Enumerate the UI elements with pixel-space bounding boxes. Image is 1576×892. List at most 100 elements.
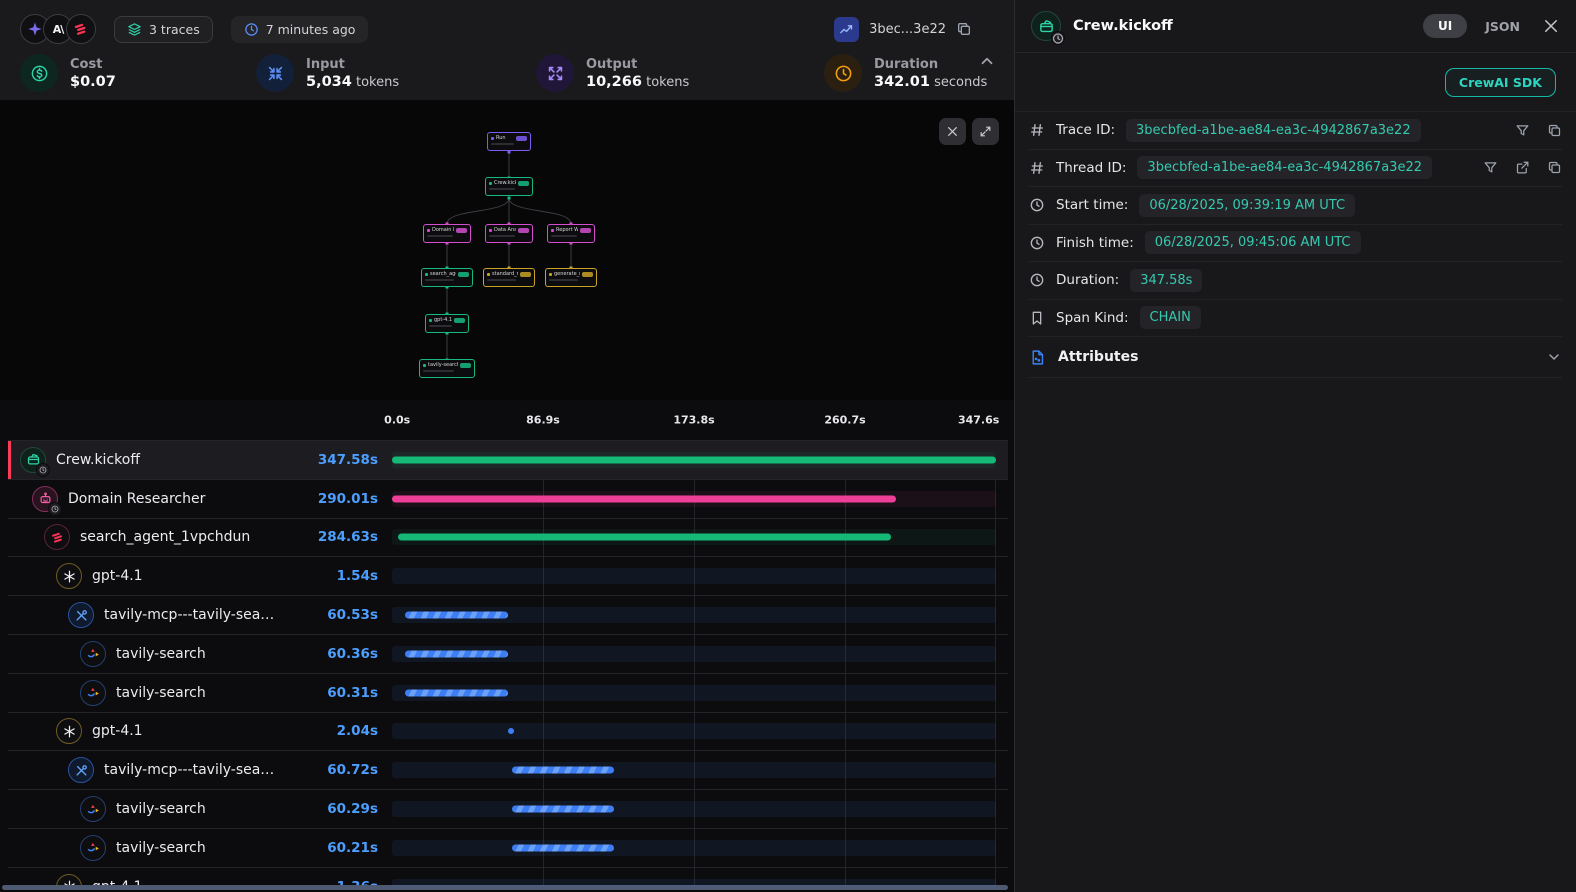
graph-node[interactable]: Domain Researcher <box>423 224 471 243</box>
trending-up-icon <box>839 22 854 37</box>
field-traceid: Trace ID:3becbfed-a1be-ae84-ea3c-4942867… <box>1029 112 1562 150</box>
span-name: tavily-search <box>116 685 327 701</box>
panel-close-icon[interactable] <box>1542 17 1560 35</box>
axis-tick: 0.0s <box>384 414 410 427</box>
graph-node-label: generate_report <box>554 271 580 277</box>
graph-node[interactable]: search_agent_1vpchdun <box>421 268 473 287</box>
copy-icon[interactable] <box>1547 123 1562 138</box>
graph-node[interactable]: standard_research <box>483 268 535 287</box>
span-bar-cell <box>392 519 996 557</box>
attributes-section[interactable]: Attributes <box>1029 337 1562 378</box>
copy-icon[interactable] <box>956 21 972 37</box>
clock-badge-icon <box>1051 31 1065 45</box>
stat-suffix: tokens <box>352 75 399 90</box>
field-value[interactable]: 3becbfed-a1be-ae84-ea3c-4942867a3e22 <box>1137 156 1432 179</box>
graph-node[interactable]: tavily-search <box>419 359 475 378</box>
stat-value: 342.01 seconds <box>874 74 987 90</box>
graph-node[interactable]: Data Analyst <box>485 224 533 243</box>
graph-node-badge <box>580 228 591 233</box>
span-bar-track <box>392 840 996 856</box>
graph-node-dot <box>549 273 552 276</box>
funnel-icon[interactable] <box>1483 160 1498 175</box>
integration-avatars[interactable]: A\ <box>20 14 96 44</box>
json-document-icon <box>1029 349 1046 366</box>
trace-row[interactable]: tavily-search60.36s <box>8 635 1008 674</box>
span-name: tavily-search <box>116 801 327 817</box>
graph-node-badge <box>520 272 531 277</box>
graph-node-label: Run <box>496 135 514 141</box>
crewai-logo-avatar[interactable] <box>66 14 96 44</box>
graph-node-label: Data Analyst <box>494 227 516 233</box>
tab-json[interactable]: JSON <box>1485 19 1520 34</box>
span-bar-track <box>392 879 996 887</box>
trace-row[interactable]: tavily-search60.31s <box>8 674 1008 713</box>
graph-node[interactable]: Report Writer <box>547 224 595 243</box>
graph-node-badge <box>460 363 471 368</box>
trace-row[interactable]: Domain Researcher290.01s <box>8 480 1008 519</box>
dollar-icon <box>30 64 49 83</box>
span-name: tavily-search <box>116 840 327 856</box>
span-bar-cell <box>392 790 996 828</box>
chevron-up-icon[interactable] <box>978 52 996 70</box>
clock-badge-icon <box>48 502 62 516</box>
trace-row[interactable]: gpt-4.11.54s <box>8 557 1008 596</box>
graph-node-dot <box>423 364 426 367</box>
funnel-icon[interactable] <box>1515 123 1530 138</box>
hash-icon <box>1029 160 1045 176</box>
graph-close-button[interactable] <box>939 118 966 145</box>
graph-node-label: standard_research <box>492 271 518 277</box>
attributes-label: Attributes <box>1058 349 1138 365</box>
trace-row[interactable]: gpt-4.12.04s <box>8 713 1008 752</box>
span-name: gpt-4.1 <box>92 568 337 584</box>
span-bar-track <box>392 801 996 817</box>
sdk-badge-row: CrewAI SDK <box>1015 53 1576 112</box>
graph-expand-button[interactable] <box>972 118 999 145</box>
trend-chart-button[interactable] <box>834 17 859 42</box>
copy-icon[interactable] <box>1547 160 1562 175</box>
tab-ui[interactable]: UI <box>1423 14 1467 38</box>
trace-row[interactable]: tavily-mcp---tavily-sea…60.72s <box>8 751 1008 790</box>
panel-title: Crew.kickoff <box>1073 18 1173 34</box>
clock-badge-icon <box>36 463 50 477</box>
span-duration: 347.58s <box>318 452 378 468</box>
trace-row[interactable]: search_agent_1vpchdun284.63s <box>8 519 1008 558</box>
graph-node[interactable]: Run <box>487 132 531 151</box>
chevron-down-icon[interactable] <box>1546 349 1562 365</box>
trace-row[interactable]: Crew.kickoff347.58s <box>8 441 1008 480</box>
graph-node[interactable]: Crew.kickoff <box>485 177 533 196</box>
trace-row-label-cell: tavily-search60.21s <box>8 835 392 861</box>
span-bar-track <box>392 762 996 778</box>
graph-node-dot <box>487 273 490 276</box>
sparkle-icon <box>27 21 43 37</box>
trace-row[interactable]: tavily-search60.29s <box>8 790 1008 829</box>
trace-row[interactable]: tavily-mcp---tavily-sea…60.53s <box>8 596 1008 635</box>
field-label: Finish time: <box>1056 235 1134 251</box>
span-duration: 60.36s <box>327 646 378 662</box>
crewai-icon <box>44 524 70 550</box>
graph-node-row: tavily-search <box>423 362 471 368</box>
span-bar-track <box>392 568 996 584</box>
traces-count-badge[interactable]: 3 traces <box>114 16 213 43</box>
stat-input: Input5,034 tokens <box>256 54 399 92</box>
stat-label: Duration <box>874 57 987 72</box>
graph-node-label: Crew.kickoff <box>494 180 516 186</box>
graph-node[interactable]: generate_report <box>545 268 597 287</box>
trace-topbar: A\ 3 traces 7 minutes ago 3bec...3e22 C <box>0 0 1014 100</box>
graph-node-badge <box>582 272 593 277</box>
span-bar-cell <box>392 829 996 867</box>
field-value[interactable]: 3becbfed-a1be-ae84-ea3c-4942867a3e22 <box>1126 119 1421 142</box>
crew-icon <box>1031 11 1061 41</box>
trace-row-label-cell: tavily-mcp---tavily-sea…60.72s <box>8 757 392 783</box>
graph-node-row: gpt-4.1 <box>429 317 465 323</box>
trace-row[interactable]: tavily-search60.21s <box>8 829 1008 868</box>
field-value: 347.58s <box>1130 269 1202 292</box>
crew-icon <box>20 447 46 473</box>
graph-node[interactable]: gpt-4.1 <box>425 314 469 333</box>
anthropic-icon: A\ <box>53 23 64 36</box>
span-name: tavily-search <box>116 646 327 662</box>
clock-badge-glyph-icon <box>51 505 59 513</box>
span-detail-panel: Crew.kickoff UI JSON CrewAI SDK Trace ID… <box>1015 0 1576 892</box>
span-bar <box>398 534 891 541</box>
external-icon[interactable] <box>1515 160 1530 175</box>
clock-stat-icon <box>834 64 853 83</box>
